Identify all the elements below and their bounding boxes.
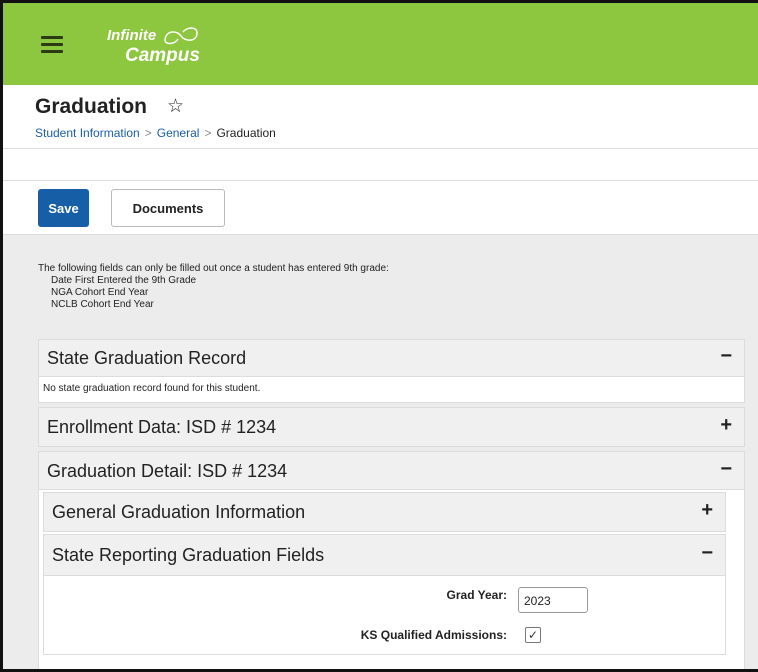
expand-icon[interactable]: + [720,414,732,437]
breadcrumb-separator-icon: > [204,126,212,140]
expand-icon[interactable]: + [701,499,713,522]
breadcrumb-current: Graduation [216,126,276,140]
grad-year-label: Grad Year: [446,588,507,602]
sub-header-bar [3,149,758,181]
logo-text-line2: Campus [125,45,200,66]
notice-item: NGA Cohort End Year [51,287,149,298]
notice-item: Date First Entered the 9th Grade [51,275,197,286]
ks-qualified-admissions-checkbox[interactable]: ✓ [525,627,541,643]
grade-restriction-notice: The following fields can only be filled … [38,263,389,311]
documents-button[interactable]: Documents [111,189,225,227]
top-header: Infinite Campus [3,3,758,85]
panel-header[interactable]: State Reporting Graduation Fields − [44,535,725,576]
panel-title: General Graduation Information [52,502,306,522]
breadcrumb-separator-icon: > [144,126,152,140]
panel-header[interactable]: Enrollment Data: ISD # 1234 + [39,408,744,446]
no-record-message: No state graduation record found for thi… [43,383,261,394]
state-graduation-record-panel: State Graduation Record − No state gradu… [38,339,745,403]
hamburger-menu-icon[interactable] [41,36,63,54]
action-toolbar: Save Documents [3,181,758,235]
general-graduation-info-panel: General Graduation Information + [43,492,726,532]
notice-intro: The following fields can only be filled … [38,263,389,274]
enrollment-data-panel: Enrollment Data: ISD # 1234 + [38,407,745,447]
grad-year-input[interactable]: 2023 [518,587,588,613]
collapse-icon[interactable]: − [701,542,713,565]
checkmark-icon: ✓ [527,628,539,642]
panel-header[interactable]: State Graduation Record − [39,340,744,377]
collapse-icon[interactable]: − [720,458,732,481]
infinite-campus-logo[interactable]: Infinite Campus [107,25,217,71]
breadcrumb: Student Information > General > Graduation [35,126,276,140]
panel-header[interactable]: General Graduation Information + [44,493,725,531]
logo-text-line1: Infinite [107,27,157,44]
save-button[interactable]: Save [38,189,89,227]
ks-qualified-admissions-label: KS Qualified Admissions: [360,628,507,642]
notice-item: NCLB Cohort End Year [51,299,154,310]
app-window: Infinite Campus Graduation ☆ Student Inf… [0,0,758,672]
breadcrumb-student-information[interactable]: Student Information [35,126,140,140]
logo-infinity-icon [164,27,198,45]
panel-header[interactable]: Graduation Detail: ISD # 1234 − [39,452,744,490]
panel-title: State Graduation Record [47,348,247,368]
page-title: Graduation [35,95,148,118]
breadcrumb-general[interactable]: General [157,126,200,140]
panel-title: Graduation Detail: ISD # 1234 [47,461,288,481]
star-outline-icon[interactable]: ☆ [167,95,184,118]
panel-title: Enrollment Data: ISD # 1234 [47,417,277,437]
page-header: Graduation ☆ Student Information > General… [3,85,758,149]
collapse-icon[interactable]: − [720,345,732,368]
panel-title: State Reporting Graduation Fields [52,545,325,565]
